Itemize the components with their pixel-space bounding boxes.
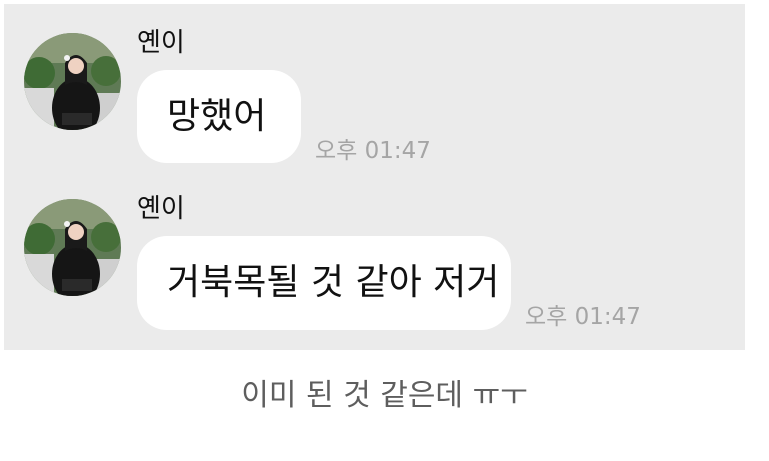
profile-photo-avatar-icon bbox=[24, 199, 121, 296]
chat-panel: 옌이 망했어 오후 01:47 옌이 거북목될 것 같아 저거 오후 01:47 bbox=[4, 4, 745, 350]
message-bubble[interactable]: 망했어 bbox=[137, 70, 301, 163]
message-text: 망했어 bbox=[167, 95, 267, 137]
sender-name: 옌이 bbox=[137, 194, 185, 224]
profile-photo-avatar-icon bbox=[24, 33, 121, 130]
caption: 이미 된 것 같은데 ㅠㅜ bbox=[241, 378, 528, 413]
avatar[interactable] bbox=[24, 199, 121, 296]
message-text: 거북목될 것 같아 저거 bbox=[167, 262, 500, 303]
avatar[interactable] bbox=[24, 33, 121, 130]
message-bubble[interactable]: 거북목될 것 같아 저거 bbox=[137, 236, 511, 330]
message-time: 오후 01:47 bbox=[315, 138, 431, 164]
sender-name: 옌이 bbox=[137, 28, 185, 58]
message-time: 오후 01:47 bbox=[525, 304, 641, 330]
